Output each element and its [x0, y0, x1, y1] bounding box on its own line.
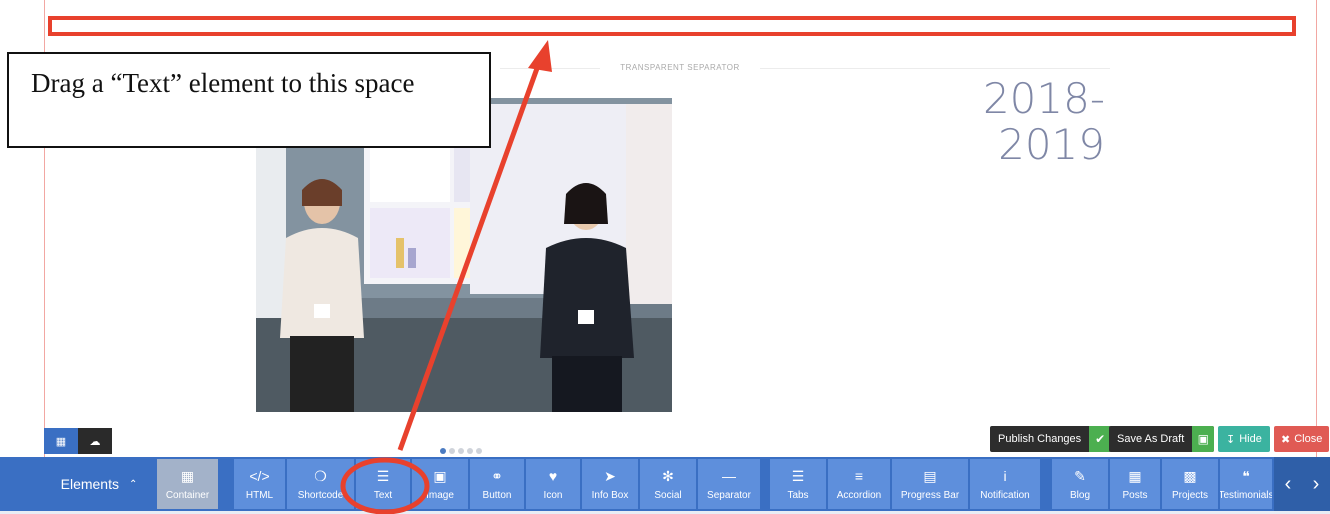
annotation-overlay — [340, 40, 552, 514]
page-canvas: TRANSPARENT SEPARATOR 2018- 2019 ▦ ☁ Pub… — [0, 0, 1330, 514]
annotation-arrow — [397, 59, 543, 451]
arrow-head-icon — [528, 40, 552, 72]
text-element-highlight — [340, 457, 430, 514]
